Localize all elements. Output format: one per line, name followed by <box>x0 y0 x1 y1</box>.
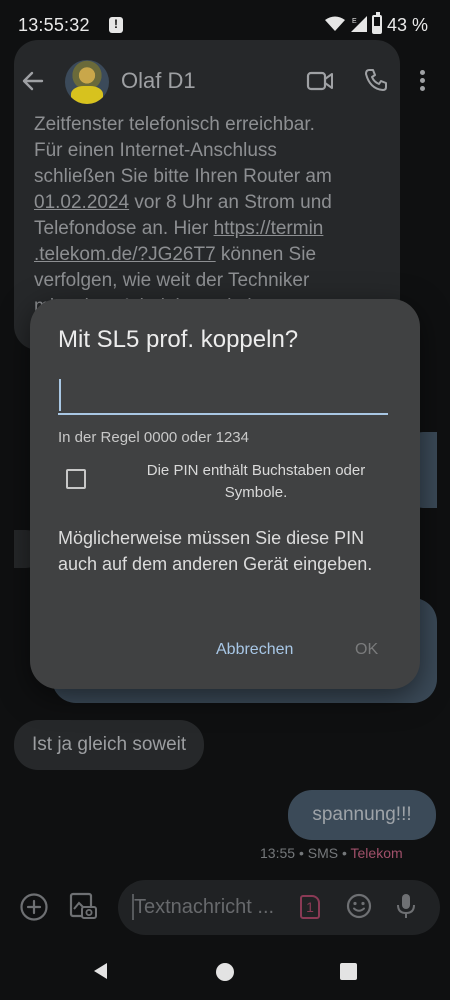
cancel-button[interactable]: Abbrechen <box>216 641 293 659</box>
dialog-title: Mit SL5 prof. koppeln? <box>58 326 299 353</box>
pin-contains-letters-checkbox[interactable] <box>66 469 86 489</box>
pin-hint: In der Regel 0000 oder 1234 <box>58 429 249 446</box>
pin-input-cursor <box>59 379 61 411</box>
bluetooth-pairing-dialog: Mit SL5 prof. koppeln? In der Regel 0000… <box>30 299 420 689</box>
dialog-message: Möglicherweise müssen Sie diese PIN auch… <box>58 528 373 574</box>
pin-checkbox-label[interactable]: Die PIN enthält Buchstaben oder Symbole. <box>126 460 386 504</box>
pin-input[interactable] <box>58 375 388 415</box>
ok-button[interactable]: OK <box>355 641 378 659</box>
